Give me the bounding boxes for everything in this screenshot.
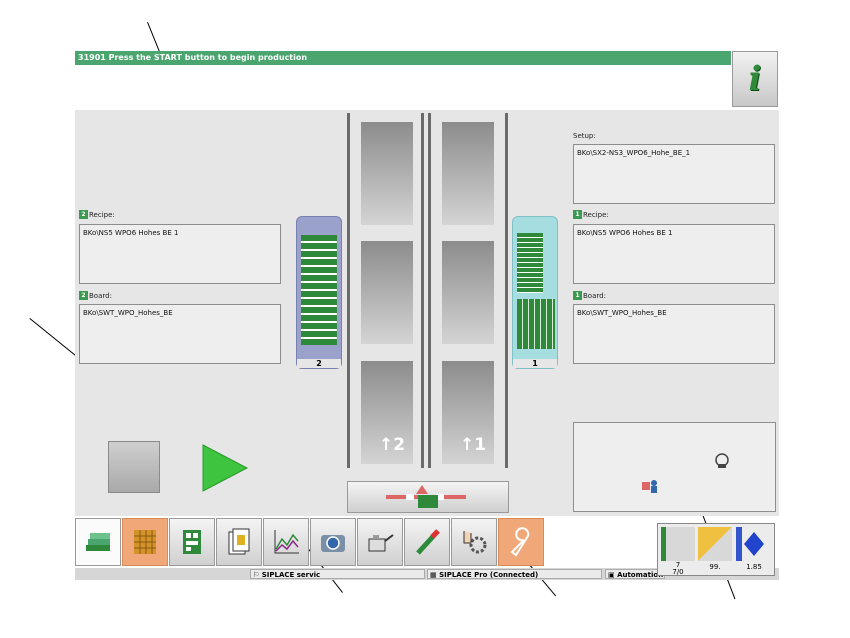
board-layout-icon [183, 530, 201, 554]
toolbar-service-button[interactable] [498, 518, 544, 566]
documents-icon [228, 528, 250, 555]
lane-1-icon: 1 [573, 210, 582, 219]
connection-icon: ▦ [430, 571, 440, 579]
start-button[interactable] [201, 443, 249, 493]
hand-gear-icon [463, 531, 487, 554]
status-value-3: 1.85 [746, 563, 762, 571]
feeder-grid-icon [134, 530, 156, 554]
conveyor-rail [347, 113, 350, 468]
chart-icon [274, 530, 299, 554]
conveyor-rail [428, 113, 431, 468]
left-recipe-label: 2 Recipe: [79, 210, 115, 219]
lane-2-icon: 2 [79, 291, 88, 300]
info-button[interactable]: i [732, 51, 778, 107]
status-bars-2 [698, 527, 732, 561]
right-board-label: 1 Board: [573, 291, 606, 300]
left-board-field[interactable]: BKo\SWT_WPO_Hohes_BE [79, 304, 281, 364]
status-value-1: 7 7/0 [672, 561, 684, 576]
conveyor-slot-lane2-1 [361, 122, 413, 225]
lane-1-arrow-icon: ↑1 [460, 435, 487, 455]
toolbar-layout-button[interactable] [169, 518, 215, 566]
automation-icon: ▣ [608, 571, 618, 579]
automation-status[interactable]: ▣ Automation [605, 569, 665, 579]
connection-status[interactable]: ▦ SIPLACE Pro (Connected) [427, 569, 602, 579]
magazine-left-slots [301, 235, 337, 345]
conveyor-slot-lane1-2 [442, 241, 494, 344]
camera-icon [321, 535, 345, 552]
service-status[interactable]: ⚐ SIPLACE servic [250, 569, 425, 579]
info-panel [573, 422, 776, 512]
toolbar-chart-button[interactable] [263, 518, 309, 566]
stop-button[interactable] [108, 441, 160, 493]
setup-field[interactable]: BKo\SX2-NS3_WPO6_Hohe_BE_1 [573, 144, 775, 204]
status-value-2: 99. [709, 563, 721, 571]
operator-icon [642, 480, 657, 493]
magazine-right[interactable]: 1 [512, 216, 558, 369]
magazine-left-number: 2 [297, 359, 341, 368]
diamond-icon [736, 527, 764, 561]
magazine-left[interactable]: 2 [296, 216, 342, 369]
magazine-right-board [517, 299, 555, 349]
conveyor-slot-lane1-1 [442, 122, 494, 225]
toolbar-maintenance-button[interactable] [357, 518, 403, 566]
service-icon: ⚐ [253, 571, 262, 579]
toolbar-feeder-button[interactable] [122, 518, 168, 566]
conveyor-slot-lane2-3: ↑2 [361, 361, 413, 464]
conveyor-rail [505, 113, 508, 468]
lane-2-icon: 2 [79, 210, 88, 219]
conveyor-slot-lane2-2 [361, 241, 413, 344]
magazine-right-number: 1 [513, 359, 557, 368]
magazine-right-slots [517, 233, 543, 293]
right-recipe-label: 1 Recipe: [573, 210, 609, 219]
setup-label: Setup: [573, 132, 596, 140]
toolbar-documents-button[interactable] [216, 518, 262, 566]
barcode-scanner-icon [715, 453, 729, 468]
conveyor-slot-lane1-3: ↑1 [442, 361, 494, 464]
wrench-icon [510, 527, 530, 557]
right-board-field[interactable]: BKo\SWT_WPO_Hohes_BE [573, 304, 775, 364]
boards-stack-icon [86, 533, 110, 551]
transfer-icon [386, 485, 466, 508]
toolbar-settings-button[interactable] [451, 518, 497, 566]
nozzle-icon [416, 529, 440, 555]
production-status-widget[interactable]: 7 7/0 99. 1.85 [657, 523, 775, 576]
left-recipe-field[interactable]: BKo\NS5 WPO6 Hohes BE 1 [79, 224, 281, 284]
toolbar-nozzle-button[interactable] [404, 518, 450, 566]
toolbar-camera-button[interactable] [310, 518, 356, 566]
conveyor-rail [421, 113, 424, 468]
lane-2-arrow-icon: ↑2 [379, 435, 406, 455]
message-bar: 31901 Press the START button to begin pr… [75, 51, 731, 65]
left-board-label: 2 Board: [79, 291, 112, 300]
oil-can-icon [368, 534, 394, 552]
toolbar-boards-button[interactable] [75, 518, 121, 566]
transfer-button[interactable] [347, 481, 509, 513]
info-icon: i [748, 59, 762, 99]
right-recipe-field[interactable]: BKo\NS5 WPO6 Hohes BE 1 [573, 224, 775, 284]
lane-1-icon: 1 [573, 291, 582, 300]
status-bars-1 [661, 527, 695, 561]
